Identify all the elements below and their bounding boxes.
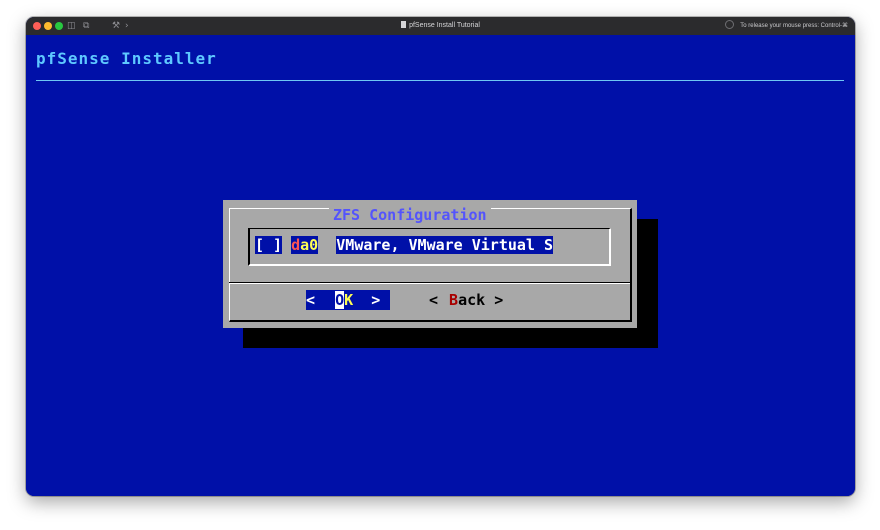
disk-tag: da0 [291,236,319,254]
window-titlebar: ◫ ⧉ ⚒ › pfSense Install Tutorial To rele… [26,17,855,35]
button-divider [229,282,630,284]
ok-label-rest: K [344,291,354,309]
release-mouse-text: To release your mouse press: Control-⌘ [740,23,848,29]
ok-hotkey: O [335,291,345,309]
disk-checkbox[interactable]: [ ] [255,236,283,254]
ok-right-arrow: > [371,291,381,309]
disk-description: VMware, VMware Virtual S [336,236,554,254]
vm-window: ◫ ⧉ ⚒ › pfSense Install Tutorial To rele… [26,17,855,496]
back-button[interactable]: < Back > [429,290,505,310]
installer-title: pfSense Installer [36,49,217,68]
zfs-configuration-dialog: ZFS Configuration [ ] da0 VMware, VMware… [223,200,637,328]
vm-console-screen[interactable]: pfSense Installer ZFS Configuration [ ] … [26,35,855,496]
back-right-arrow: > [494,291,504,309]
disk-tag-hotkey: d [291,236,301,254]
ok-left-arrow: < [306,291,316,309]
disk-list: [ ] da0 VMware, VMware Virtual S [248,228,611,266]
back-label-rest: ack [458,291,486,309]
disk-list-item[interactable]: [ ] da0 VMware, VMware Virtual S [255,235,554,256]
window-title-text: pfSense Install Tutorial [409,22,480,29]
release-mouse-hint: To release your mouse press: Control-⌘ [725,17,848,35]
title-divider [36,80,844,81]
document-icon [401,21,407,28]
dialog-buttons: < OK > < Back > [223,290,637,312]
ok-button[interactable]: < OK > [306,290,390,310]
dialog-title: ZFS Configuration [329,207,491,223]
disk-tag-rest: a0 [300,236,319,254]
back-hotkey: B [449,291,459,309]
circle-icon [725,20,735,29]
back-left-arrow: < [429,291,439,309]
